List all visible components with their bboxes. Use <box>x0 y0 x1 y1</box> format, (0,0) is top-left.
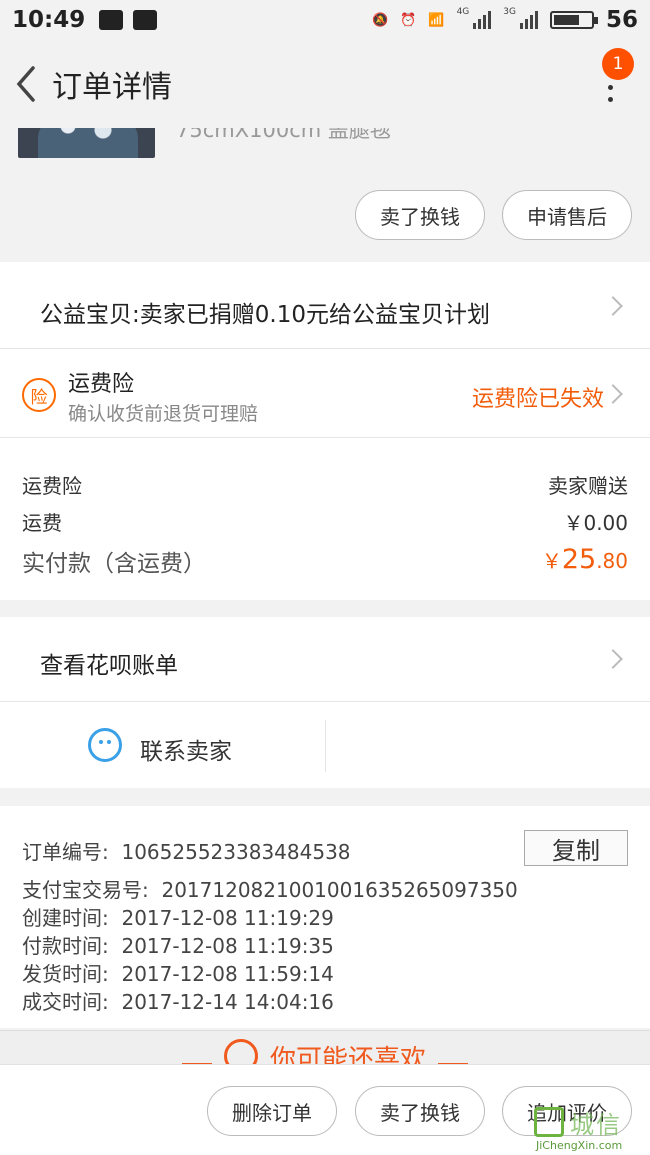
shipped-time-row: 发货时间: 2017-12-08 11:59:14 <box>22 958 334 987</box>
chevron-right-icon <box>603 296 623 316</box>
signal-icon <box>473 11 492 29</box>
insurance-subtitle: 确认收货前退货可理赔 <box>68 403 259 425</box>
nav-header: 订单详情 1 <box>0 40 650 128</box>
alipay-trade-row: 支付宝交易号: 2017120821001001635265097350 <box>22 874 518 903</box>
created-time-row: 创建时间: 2017-12-08 11:19:29 <box>22 902 334 931</box>
mute-icon: 🔕 <box>372 12 389 28</box>
info-label: 成交时间: <box>22 990 109 1014</box>
fee-row-shipping: 运费 ￥0.00 <box>22 507 628 536</box>
wifi-icon: 📶 <box>428 12 445 28</box>
network-label-2: 3G <box>503 7 516 17</box>
chevron-right-icon <box>603 649 623 669</box>
paid-time: 2017-12-08 11:19:35 <box>121 934 334 958</box>
shipping-insurance-row[interactable]: 险 运费险 确认收货前退货可理赔 运费险已失效 <box>0 349 650 437</box>
product-name: 75cmX100cm 盖腿毯 <box>176 128 391 142</box>
recommend-title: 你可能还喜欢 <box>269 1045 426 1066</box>
total-price: ￥25.80 <box>542 544 628 578</box>
currency-symbol: ￥ <box>541 549 562 573</box>
chevron-right-icon <box>603 384 623 404</box>
contact-seller-button[interactable]: 联系卖家 <box>140 732 232 766</box>
fee-label: 运费险 <box>22 474 82 498</box>
notification-icons <box>99 10 158 30</box>
image-notification-icon <box>99 10 124 30</box>
order-number: 106525523383484538 <box>121 840 351 864</box>
product-item: 75cmX100cm 盖腿毯 卖了换钱 申请售后 <box>0 128 650 260</box>
info-label: 发货时间: <box>22 962 109 986</box>
watermark-cn: 城信 <box>570 1111 622 1139</box>
huabei-row[interactable]: 查看花呗账单 <box>0 617 650 701</box>
site-watermark: 城信 JiChengXin.com <box>532 1103 650 1155</box>
status-right: 🔕 ⏰ 📶 4G 3G 56 <box>372 7 638 33</box>
price-integer: 25 <box>561 544 597 575</box>
insurance-title: 运费险 <box>68 372 135 397</box>
status-time: 10:49 <box>12 7 86 33</box>
battery-level: 56 <box>605 7 638 33</box>
network-label-1: 4G <box>456 7 470 17</box>
after-sales-button[interactable]: 申请售后 <box>502 190 632 240</box>
sell-for-cash-button[interactable]: 卖了换钱 <box>355 190 485 240</box>
created-time: 2017-12-08 11:19:29 <box>121 906 334 930</box>
fee-value: ￥0.00 <box>563 511 628 535</box>
signal-icon-2 <box>519 11 538 29</box>
fee-summary: 运费险 卖家赠送 运费 ￥0.00 实付款（含运费） ￥25.80 <box>0 438 650 600</box>
shipped-time: 2017-12-08 11:59:14 <box>121 962 334 986</box>
watermark-en: JiChengXin.com <box>536 1139 623 1152</box>
alipay-trade-number: 2017120821001001635265097350 <box>161 878 518 902</box>
insurance-status: 运费险已失效 <box>471 387 604 412</box>
status-bar: 10:49 🔕 ⏰ 📶 4G 3G 56 <box>0 0 650 40</box>
page-title: 订单详情 <box>52 70 172 105</box>
charity-row[interactable]: 公益宝贝:卖家已捐赠0.10元给公益宝贝计划 <box>0 262 650 348</box>
heart-icon <box>223 1039 258 1066</box>
copy-button[interactable]: 复制 <box>524 830 628 866</box>
completed-time-row: 成交时间: 2017-12-14 14:04:16 <box>22 986 334 1015</box>
order-number-row: 订单编号: 106525523383484538 <box>22 836 351 865</box>
notification-badge: 1 <box>602 48 634 80</box>
message-notification-icon <box>133 10 158 30</box>
recommend-header: 你可能还喜欢 <box>0 1030 650 1066</box>
fee-row-insurance: 运费险 卖家赠送 <box>22 470 628 499</box>
huabei-label: 查看花呗账单 <box>40 653 178 679</box>
insurance-icon: 险 <box>22 378 56 412</box>
fee-label: 运费 <box>22 511 62 535</box>
info-label: 创建时间: <box>22 906 109 930</box>
price-cents: .80 <box>596 549 628 573</box>
chat-icon[interactable] <box>88 728 122 762</box>
charity-text: 公益宝贝:卖家已捐赠0.10元给公益宝贝计划 <box>40 302 490 328</box>
info-label: 支付宝交易号: <box>22 878 149 902</box>
contact-row: 联系卖家 <box>0 702 650 788</box>
sell-for-cash-button[interactable]: 卖了换钱 <box>355 1086 485 1136</box>
fee-row-total: 实付款（含运费） ￥25.80 <box>22 544 628 578</box>
divider <box>325 720 326 772</box>
fee-value: 卖家赠送 <box>548 474 628 498</box>
order-info: 订单编号: 106525523383484538 复制 支付宝交易号: 2017… <box>0 806 650 1028</box>
info-label: 付款时间: <box>22 934 109 958</box>
back-icon[interactable] <box>4 40 48 128</box>
info-label: 订单编号: <box>22 840 109 864</box>
watermark-logo-icon <box>534 1107 564 1137</box>
battery-icon <box>549 11 598 29</box>
paid-time-row: 付款时间: 2017-12-08 11:19:35 <box>22 930 334 959</box>
total-label: 实付款（含运费） <box>22 551 206 577</box>
delete-order-button[interactable]: 删除订单 <box>207 1086 337 1136</box>
alarm-icon: ⏰ <box>400 12 417 28</box>
product-thumbnail[interactable] <box>18 128 155 158</box>
completed-time: 2017-12-14 14:04:16 <box>121 990 334 1014</box>
